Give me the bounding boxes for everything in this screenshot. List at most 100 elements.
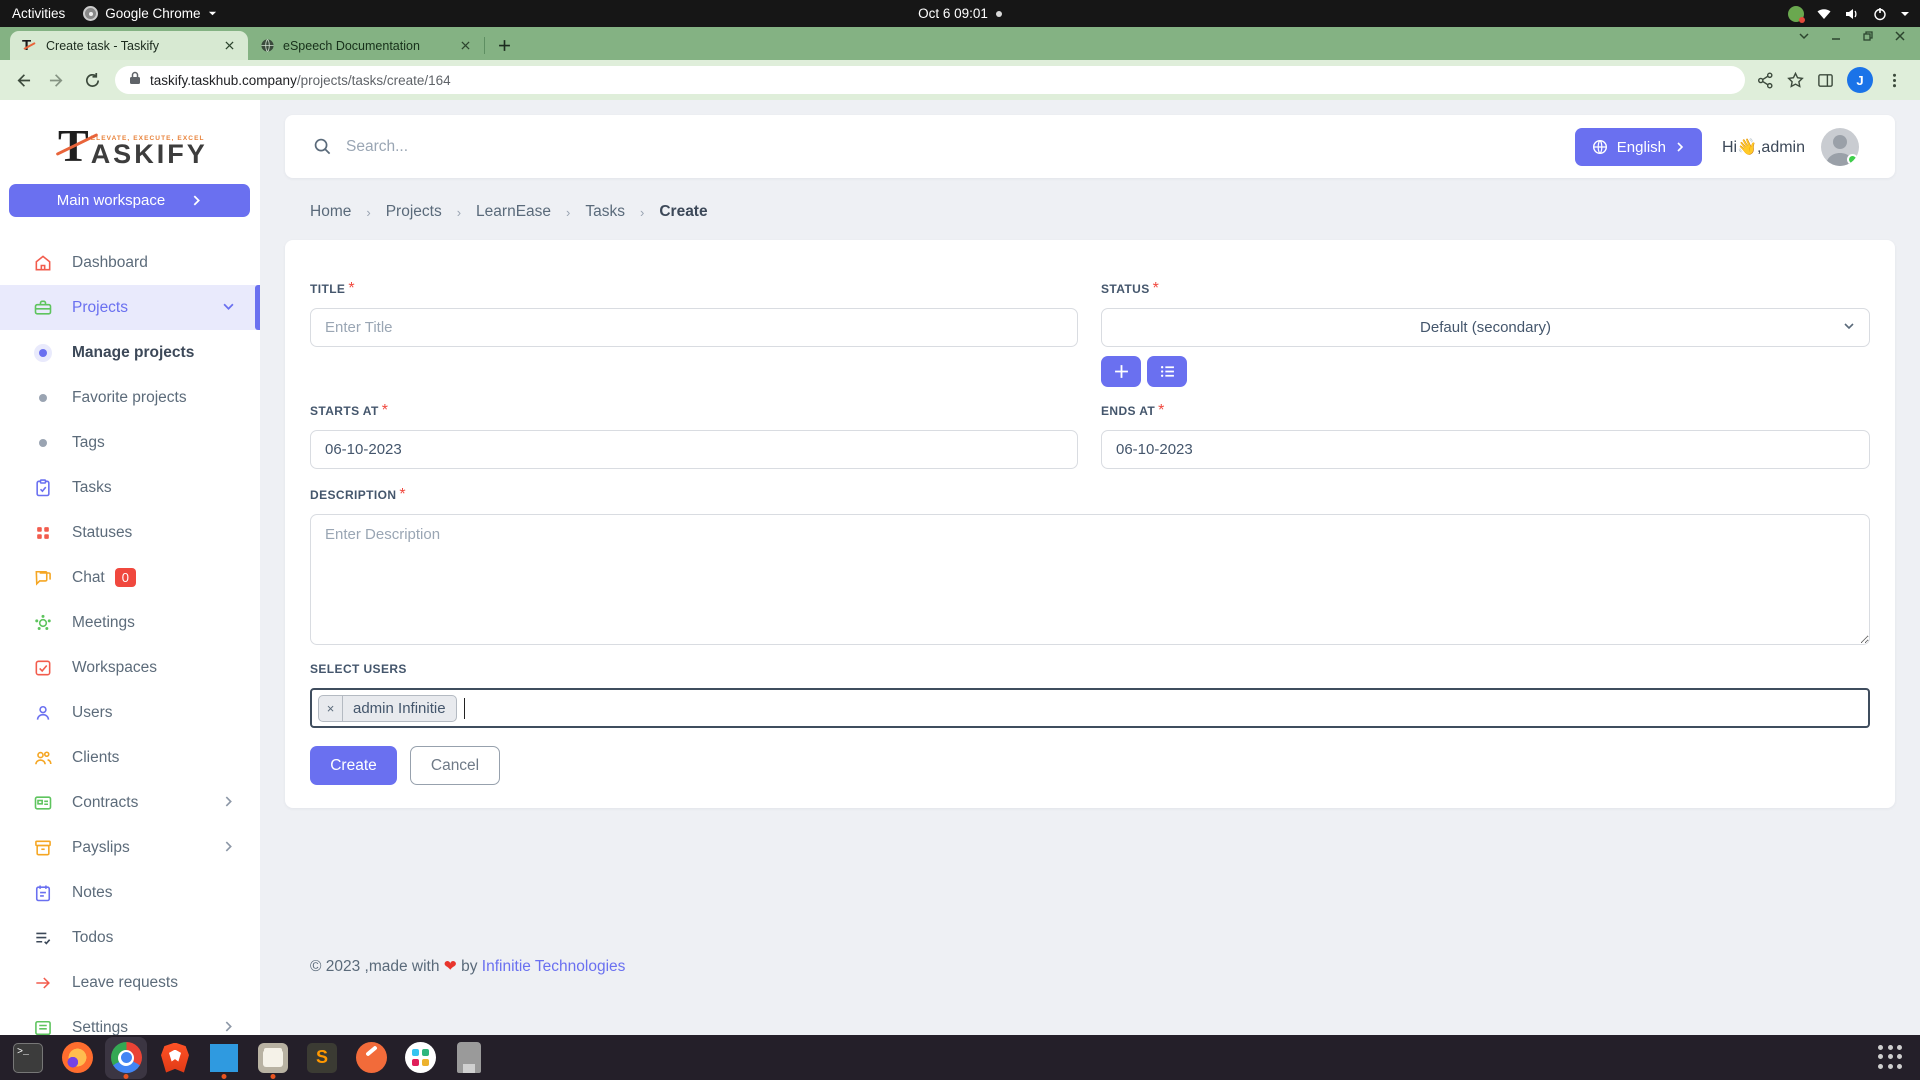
globe-favicon-icon	[260, 38, 275, 53]
sidebar-item-tags[interactable]: Tags	[0, 420, 260, 465]
footer-text: © 2023 ,made with	[310, 958, 439, 975]
breadcrumb-separator: ›	[640, 205, 644, 220]
browser-profile-avatar[interactable]: J	[1847, 67, 1873, 93]
sidebar-item-leave-requests[interactable]: Leave requests	[0, 960, 260, 1005]
breadcrumb-projects[interactable]: Projects	[386, 203, 442, 221]
back-button[interactable]	[9, 67, 35, 93]
bookmark-star-icon[interactable]	[1787, 72, 1804, 89]
sidebar-item-todos[interactable]: Todos	[0, 915, 260, 960]
clipboard-check-icon	[33, 478, 53, 498]
grid-dots-icon	[33, 523, 53, 543]
window-menu-chevron-icon[interactable]	[1798, 30, 1810, 42]
select-users-label: SELECT USERS	[310, 662, 407, 676]
main-workspace-button[interactable]: Main workspace	[9, 184, 250, 217]
focused-app-menu[interactable]: Google Chrome	[83, 6, 216, 21]
system-top-bar: Activities Google Chrome Oct 6 09:01	[0, 0, 1920, 27]
sidebar-item-dashboard[interactable]: Dashboard	[0, 240, 260, 285]
firefox-icon[interactable]	[56, 1037, 98, 1079]
breadcrumb-tasks[interactable]: Tasks	[585, 203, 625, 221]
starts-at-input[interactable]	[310, 430, 1078, 469]
add-status-button[interactable]	[1101, 356, 1141, 387]
select-users-input[interactable]: × admin Infinitie	[310, 688, 1870, 728]
infinitie-link[interactable]: Infinitie Technologies	[482, 958, 626, 975]
sublime-text-icon[interactable]: S	[301, 1037, 343, 1079]
vscode-icon[interactable]	[203, 1037, 245, 1079]
tab-separator	[484, 37, 485, 54]
sidebar-item-meetings[interactable]: Meetings	[0, 600, 260, 645]
tab-create-task[interactable]: T Create task - Taskify	[10, 31, 248, 60]
avatar[interactable]	[1821, 128, 1859, 166]
status-select[interactable]: Default (secondary)	[1101, 308, 1870, 347]
search-input[interactable]	[346, 138, 766, 156]
sidebar-item-notes[interactable]: Notes	[0, 870, 260, 915]
sidebar-item-favorite-projects[interactable]: Favorite projects	[0, 375, 260, 420]
breadcrumb-separator: ›	[366, 205, 370, 220]
share-icon[interactable]	[1757, 72, 1774, 89]
bullet-icon	[39, 349, 47, 357]
title-input[interactable]	[310, 308, 1078, 347]
url-bar[interactable]: taskify.taskhub.company/projects/tasks/c…	[115, 66, 1745, 94]
taskify-logo[interactable]: T ELEVATE, EXECUTE, EXCEL ASKIFY	[58, 126, 260, 166]
activities-button[interactable]: Activities	[12, 6, 65, 21]
briefcase-icon	[33, 298, 53, 318]
postman-icon[interactable]	[350, 1037, 392, 1079]
tray-app-indicator-icon[interactable]	[1788, 6, 1804, 22]
text-caret	[464, 698, 466, 719]
sidebar-item-clients[interactable]: Clients	[0, 735, 260, 780]
new-tab-button[interactable]	[491, 32, 517, 58]
sidebar-item-projects[interactable]: Projects	[0, 285, 260, 330]
ends-at-input[interactable]	[1101, 430, 1870, 469]
system-menu-caret-icon[interactable]	[1900, 9, 1910, 19]
title-label: TITLE	[310, 282, 345, 296]
chevron-right-icon	[1675, 142, 1685, 152]
sidebar-item-manage-projects[interactable]: Manage projects	[0, 330, 260, 375]
sidebar-item-tasks[interactable]: Tasks	[0, 465, 260, 510]
sidebar-item-label: Tasks	[72, 479, 112, 497]
tab-close-icon[interactable]	[457, 37, 474, 54]
reload-button[interactable]	[79, 67, 105, 93]
sidebar-item-label: Manage projects	[72, 344, 194, 362]
bullet-icon	[39, 439, 47, 447]
required-asterisk: *	[1158, 402, 1164, 419]
remove-user-icon[interactable]: ×	[319, 696, 343, 721]
sidebar-item-label: Tags	[72, 434, 105, 452]
tab-espeech-docs[interactable]: eSpeech Documentation	[248, 31, 484, 60]
chat-count-badge: 0	[115, 568, 136, 587]
cancel-button[interactable]: Cancel	[410, 746, 500, 785]
create-button[interactable]: Create	[310, 746, 397, 785]
sidebar-item-chat[interactable]: Chat 0	[0, 555, 260, 600]
language-button[interactable]: English	[1575, 128, 1702, 166]
window-close-icon[interactable]	[1894, 30, 1906, 42]
chrome-icon[interactable]	[105, 1037, 147, 1079]
manage-statuses-button[interactable]	[1147, 356, 1187, 387]
removable-media-icon[interactable]	[448, 1037, 490, 1079]
sidebar-item-payslips[interactable]: Payslips	[0, 825, 260, 870]
browser-toolbar: taskify.taskhub.company/projects/tasks/c…	[0, 60, 1920, 100]
sidebar-item-contracts[interactable]: Contracts	[0, 780, 260, 825]
sidebar-item-users[interactable]: Users	[0, 690, 260, 735]
breadcrumb-home[interactable]: Home	[310, 203, 351, 221]
forward-button[interactable]	[44, 67, 70, 93]
sidebar-item-settings[interactable]: Settings	[0, 1005, 260, 1035]
window-restore-icon[interactable]	[1862, 30, 1874, 42]
wifi-icon[interactable]	[1816, 6, 1832, 22]
show-applications-icon[interactable]	[1878, 1045, 1904, 1071]
side-panel-icon[interactable]	[1817, 72, 1834, 89]
sidebar-item-label: Dashboard	[72, 254, 148, 272]
sidebar-item-label: Clients	[72, 749, 119, 767]
description-textarea[interactable]	[310, 514, 1870, 645]
sidebar-item-workspaces[interactable]: Workspaces	[0, 645, 260, 690]
brave-icon[interactable]	[154, 1037, 196, 1079]
terminal-icon[interactable]: >_	[7, 1037, 49, 1079]
files-icon[interactable]	[252, 1037, 294, 1079]
tab-close-icon[interactable]	[221, 37, 238, 54]
window-minimize-icon[interactable]	[1830, 30, 1842, 42]
browser-menu-icon[interactable]	[1886, 72, 1903, 89]
sidebar-item-statuses[interactable]: Statuses	[0, 510, 260, 555]
slack-icon[interactable]	[399, 1037, 441, 1079]
logo-wordmark: ASKIFY	[91, 142, 208, 166]
power-icon[interactable]	[1872, 6, 1888, 22]
breadcrumb-learnease[interactable]: LearnEase	[476, 203, 551, 221]
volume-icon[interactable]	[1844, 6, 1860, 22]
sidebar: T ELEVATE, EXECUTE, EXCEL ASKIFY Main wo…	[0, 100, 260, 1035]
